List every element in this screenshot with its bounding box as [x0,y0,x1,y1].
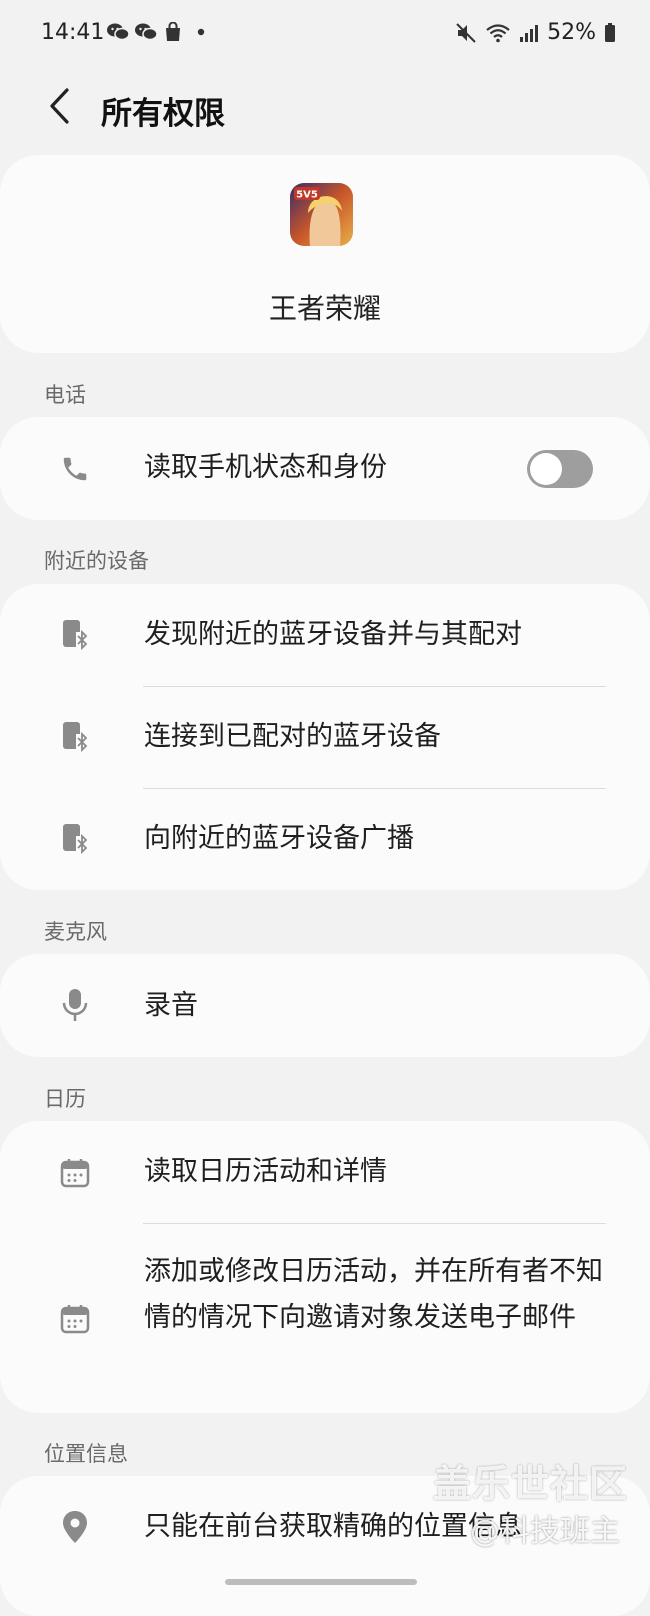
back-arrow-icon [48,88,72,128]
wechat-icon [135,22,157,42]
bluetooth-device-icon [58,618,92,652]
page-title: 所有权限 [101,96,225,132]
permission-text: 读取日历活动和详情 [144,1156,387,1187]
dot-icon [197,28,205,36]
permission-toggle[interactable] [527,450,593,488]
battery-icon [604,22,616,43]
section-label-calendar: 日历 [44,1087,86,1111]
permission-text: 向附近的蓝牙设备广播 [144,823,414,854]
author-watermark: @科技班主 [470,1514,620,1549]
shopping-bag-icon [163,22,183,42]
location-pin-icon [58,1510,92,1544]
status-bar: 14:41 52% [0,0,650,70]
permission-text: 添加或修改日历活动，并在所有者不知情的情况下向邀请对象发送电子邮件 [144,1256,603,1333]
bluetooth-device-icon [58,822,92,856]
permission-row-bt-connect[interactable]: 连接到已配对的蓝牙设备 [0,687,650,788]
back-button[interactable] [36,84,84,132]
permission-row-bt-advertise[interactable]: 向附近的蓝牙设备广播 [0,789,650,890]
section-label-location: 位置信息 [44,1442,128,1466]
calendar-icon [58,1302,92,1336]
mute-icon [455,22,477,44]
app-name: 王者荣耀 [268,292,381,325]
permission-row-record-audio[interactable]: 录音 [0,954,650,1057]
battery-percent: 52% [547,20,596,45]
notification-icons [107,22,205,42]
permission-row-bt-scan[interactable]: 发现附近的蓝牙设备并与其配对 [0,584,650,686]
section-label-nearby-devices: 附近的设备 [44,549,149,573]
toggle-knob [530,453,562,485]
home-gesture-bar[interactable] [225,1579,417,1585]
bluetooth-device-icon [58,720,92,754]
app-bar: 所有权限 [0,70,650,150]
microphone-icon [58,988,92,1022]
wechat-icon [107,22,129,42]
app-icon: 5V5 [290,183,353,246]
permission-row-phone-state[interactable]: 读取手机状态和身份 [0,417,650,520]
signal-icon [519,23,539,43]
app-icon-badge: 5V5 [296,190,318,201]
community-watermark: 盖乐世社区 [433,1462,629,1506]
wifi-icon [485,22,511,44]
section-label-microphone: 麦克风 [44,920,107,944]
calendar-icon [58,1156,92,1190]
permission-text: 发现附近的蓝牙设备并与其配对 [144,619,522,650]
permission-text: 录音 [144,990,198,1021]
permission-row-write-calendar[interactable]: 添加或修改日历活动，并在所有者不知情的情况下向邀请对象发送电子邮件 [0,1224,650,1413]
section-label-phone: 电话 [44,383,86,407]
permission-text: 连接到已配对的蓝牙设备 [144,721,441,752]
phone-icon [58,452,92,486]
status-time: 14:41 [41,20,105,45]
system-status-icons: 52% [455,20,616,45]
permission-row-read-calendar[interactable]: 读取日历活动和详情 [0,1121,650,1223]
